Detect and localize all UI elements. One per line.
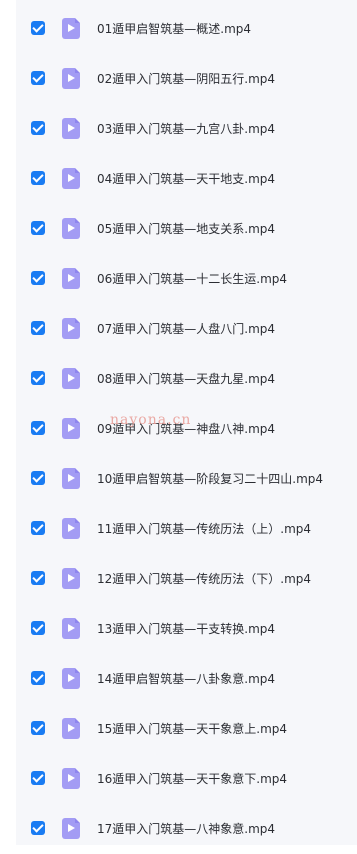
file-name[interactable]: 10遁甲启智筑基—阶段复习二十四山.mp4: [97, 470, 323, 488]
list-item[interactable]: 06遁甲入门筑基—十二长生运.mp4: [16, 254, 357, 304]
list-item[interactable]: 10遁甲启智筑基—阶段复习二十四山.mp4: [16, 454, 357, 504]
list-item[interactable]: 02遁甲入门筑基—阴阳五行.mp4: [16, 54, 357, 104]
play-icon: [68, 524, 75, 532]
play-icon: [68, 224, 75, 232]
play-icon: [68, 724, 75, 732]
video-file-icon: [62, 768, 80, 789]
list-item[interactable]: 11遁甲入门筑基—传统历法（上）.mp4: [16, 504, 357, 554]
video-file-icon: [62, 18, 80, 39]
play-icon: [68, 824, 75, 832]
checkbox[interactable]: [31, 121, 45, 135]
list-item[interactable]: 15遁甲入门筑基—天干象意上.mp4: [16, 704, 357, 754]
file-name[interactable]: 03遁甲入门筑基—九宫八卦.mp4: [97, 120, 275, 138]
video-file-icon: [62, 668, 80, 689]
file-name[interactable]: 15遁甲入门筑基—天干象意上.mp4: [97, 720, 287, 738]
video-file-icon: [62, 118, 80, 139]
checkbox[interactable]: [31, 321, 45, 335]
list-item[interactable]: 16遁甲入门筑基—天干象意下.mp4: [16, 754, 357, 804]
play-icon: [68, 24, 75, 32]
file-name[interactable]: 05遁甲入门筑基—地支关系.mp4: [97, 220, 275, 238]
file-name[interactable]: 09遁甲入门筑基—神盘八神.mp4: [97, 420, 275, 438]
checkbox[interactable]: [31, 421, 45, 435]
list-item[interactable]: 07遁甲入门筑基—人盘八门.mp4: [16, 304, 357, 354]
checkbox[interactable]: [31, 171, 45, 185]
checkbox[interactable]: [31, 371, 45, 385]
play-icon: [68, 474, 75, 482]
file-name[interactable]: 06遁甲入门筑基—十二长生运.mp4: [97, 270, 287, 288]
play-icon: [68, 124, 75, 132]
checkbox[interactable]: [31, 21, 45, 35]
video-file-icon: [62, 368, 80, 389]
checkbox[interactable]: [31, 71, 45, 85]
file-list: 01遁甲启智筑基—概述.mp4 02遁甲入门筑基—阴阳五行.mp4 03遁甲入门…: [16, 4, 357, 854]
checkbox[interactable]: [31, 521, 45, 535]
file-name[interactable]: 13遁甲入门筑基—干支转换.mp4: [97, 620, 275, 638]
video-file-icon: [62, 718, 80, 739]
file-name[interactable]: 12遁甲入门筑基—传统历法（下）.mp4: [97, 570, 311, 588]
play-icon: [68, 274, 75, 282]
checkbox[interactable]: [31, 721, 45, 735]
list-item[interactable]: 05遁甲入门筑基—地支关系.mp4: [16, 204, 357, 254]
checkbox[interactable]: [31, 571, 45, 585]
checkbox[interactable]: [31, 671, 45, 685]
play-icon: [68, 174, 75, 182]
play-icon: [68, 74, 75, 82]
play-icon: [68, 674, 75, 682]
video-file-icon: [62, 518, 80, 539]
file-name[interactable]: 17遁甲入门筑基—八神象意.mp4: [97, 820, 275, 838]
play-icon: [68, 774, 75, 782]
checkbox[interactable]: [31, 271, 45, 285]
video-file-icon: [62, 68, 80, 89]
play-icon: [68, 574, 75, 582]
play-icon: [68, 624, 75, 632]
list-item[interactable]: 08遁甲入门筑基—天盘九星.mp4: [16, 354, 357, 404]
list-item[interactable]: 04遁甲入门筑基—天干地支.mp4: [16, 154, 357, 204]
file-name[interactable]: 08遁甲入门筑基—天盘九星.mp4: [97, 370, 275, 388]
video-file-icon: [62, 468, 80, 489]
file-name[interactable]: 11遁甲入门筑基—传统历法（上）.mp4: [97, 520, 311, 538]
file-name[interactable]: 07遁甲入门筑基—人盘八门.mp4: [97, 320, 275, 338]
play-icon: [68, 424, 75, 432]
file-name[interactable]: 14遁甲启智筑基—八卦象意.mp4: [97, 670, 275, 688]
checkbox[interactable]: [31, 821, 45, 835]
list-item[interactable]: 09遁甲入门筑基—神盘八神.mp4: [16, 404, 357, 454]
play-icon: [68, 374, 75, 382]
file-name[interactable]: 01遁甲启智筑基—概述.mp4: [97, 20, 251, 38]
file-name[interactable]: 04遁甲入门筑基—天干地支.mp4: [97, 170, 275, 188]
checkbox[interactable]: [31, 771, 45, 785]
video-file-icon: [62, 318, 80, 339]
list-item[interactable]: 01遁甲启智筑基—概述.mp4: [16, 4, 357, 54]
checkbox[interactable]: [31, 221, 45, 235]
video-file-icon: [62, 218, 80, 239]
list-item[interactable]: 03遁甲入门筑基—九宫八卦.mp4: [16, 104, 357, 154]
list-item[interactable]: 17遁甲入门筑基—八神象意.mp4: [16, 804, 357, 854]
video-file-icon: [62, 618, 80, 639]
video-file-icon: [62, 818, 80, 839]
file-name[interactable]: 02遁甲入门筑基—阴阳五行.mp4: [97, 70, 275, 88]
list-item[interactable]: 13遁甲入门筑基—干支转换.mp4: [16, 604, 357, 654]
checkbox[interactable]: [31, 621, 45, 635]
video-file-icon: [62, 168, 80, 189]
list-item[interactable]: 12遁甲入门筑基—传统历法（下）.mp4: [16, 554, 357, 604]
checkbox[interactable]: [31, 471, 45, 485]
video-file-icon: [62, 268, 80, 289]
file-name[interactable]: 16遁甲入门筑基—天干象意下.mp4: [97, 770, 287, 788]
play-icon: [68, 324, 75, 332]
list-item[interactable]: 14遁甲启智筑基—八卦象意.mp4: [16, 654, 357, 704]
video-file-icon: [62, 568, 80, 589]
video-file-icon: [62, 418, 80, 439]
